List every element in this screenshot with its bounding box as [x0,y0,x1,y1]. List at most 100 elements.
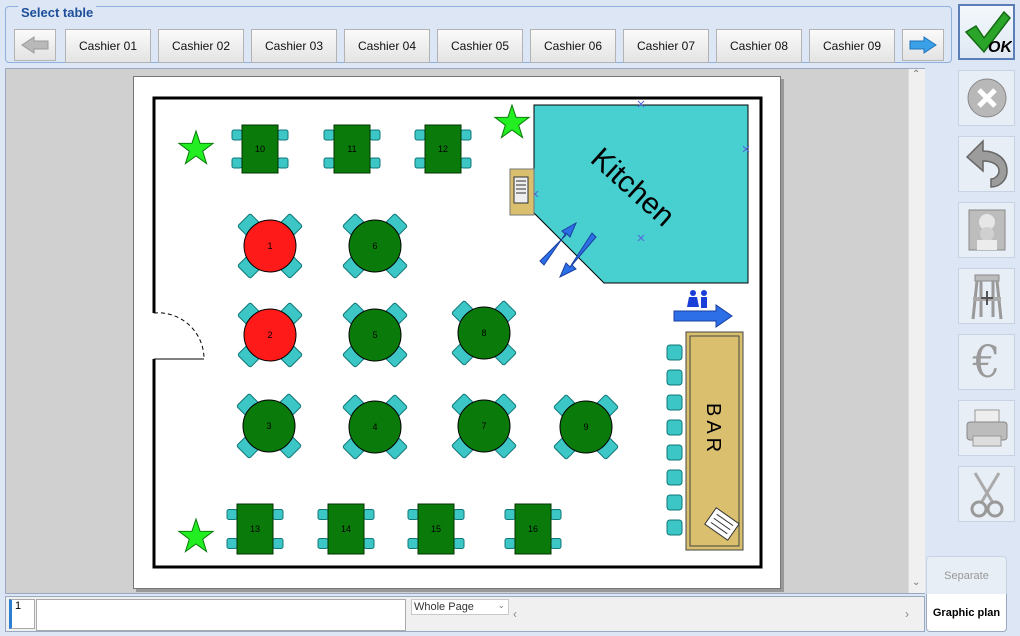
scissors-icon [970,472,1003,518]
tab-graphic-plan-label: Graphic plan [932,606,1001,619]
table-round[interactable]: 2 [237,302,303,368]
chair [317,509,329,520]
chair [363,509,375,520]
table-number: 4 [372,422,377,432]
chair [317,538,329,549]
table-round[interactable]: 1 [237,213,303,279]
scroll-down-icon[interactable]: ⌄ [912,577,920,588]
table-number: 12 [438,144,448,154]
cashier-button-6[interactable]: Cashier 06 [530,29,616,63]
scroll-left-icon[interactable]: ‹ [513,607,517,621]
split-button[interactable] [958,466,1015,522]
table-rect[interactable]: 10 [231,124,289,174]
horizontal-scrollbar[interactable]: ‹ › [511,599,911,629]
table-rect[interactable]: 15 [407,503,465,555]
scroll-right-icon[interactable]: › [905,607,909,621]
chair [453,538,465,549]
bottom-bar: 1 Whole Page ⌄ ‹ › [5,596,925,632]
prev-button[interactable] [14,29,56,61]
scroll-up-icon[interactable]: ⌃ [912,69,920,80]
tab-separate[interactable]: Separate [926,556,1007,594]
bar-label: BAR [702,403,724,456]
table-rect[interactable]: 11 [323,124,381,174]
high-chair-button[interactable] [958,268,1015,324]
table-number: 5 [372,330,377,340]
plant-icon [493,103,531,139]
door [153,312,205,360]
chair [453,509,465,520]
table-number: 14 [341,524,351,534]
table-round[interactable]: 6 [342,213,408,279]
cashier-label: Cashier 08 [729,39,789,53]
chair [504,538,516,549]
zoom-value: Whole Page [414,601,474,613]
cashier-button-1[interactable]: Cashier 01 [65,29,151,63]
table-round[interactable]: 3 [236,393,302,459]
cashier-button-5[interactable]: Cashier 05 [437,29,523,63]
chair [277,129,289,141]
table-round[interactable]: 9 [553,394,619,460]
table-rect[interactable]: 13 [226,503,284,555]
cashier-button-2[interactable]: Cashier 02 [158,29,244,63]
table-number: 8 [481,328,486,338]
chef-icon [968,209,1005,251]
page-thumb[interactable]: 1 [9,599,35,629]
chair [550,509,562,520]
cashier-button-7[interactable]: Cashier 07 [623,29,709,63]
page-strip[interactable] [36,599,406,631]
zoom-select[interactable]: Whole Page ⌄ [411,599,509,615]
chair [460,157,472,169]
print-button[interactable] [958,400,1015,456]
table-number: 1 [267,241,272,251]
table-rect[interactable]: 12 [414,124,472,174]
chair [272,509,284,520]
cashier-button-9[interactable]: Cashier 09 [809,29,895,63]
table-rect[interactable]: 14 [317,503,375,555]
ok-button[interactable]: OK [958,4,1015,60]
chair [272,538,284,549]
table-number: 9 [583,422,588,432]
bar-stool [666,344,683,361]
table-rect[interactable]: 16 [504,503,562,555]
page-number: 1 [15,600,22,612]
euro-button[interactable]: € [958,334,1015,390]
chair [231,157,243,169]
table-round[interactable]: 7 [451,393,517,459]
select-table-group: Select table Cashier 01 Cashier 02 Cashier… [5,5,952,63]
cashier-label: Cashier 01 [78,39,138,53]
table-round[interactable]: 4 [342,394,408,460]
chair [414,157,426,169]
cancel-icon [967,78,1006,118]
cashier-button-4[interactable]: Cashier 04 [344,29,430,63]
bar-stool [666,444,683,461]
cashier-button-3[interactable]: Cashier 03 [251,29,337,63]
bar-stool [666,519,683,536]
chair [363,538,375,549]
bar-stool [666,419,683,436]
cashier-button-8[interactable]: Cashier 08 [716,29,802,63]
arrow-right-icon [909,36,937,54]
undo-button[interactable] [958,136,1015,192]
vertical-scrollbar[interactable]: ⌃ ⌄ [908,69,925,593]
table-number: 3 [266,421,271,431]
chair [369,157,381,169]
chef-button[interactable] [958,202,1015,258]
undo-icon [965,139,1008,188]
chair [460,129,472,141]
cashier-label: Cashier 09 [822,39,882,53]
table-round[interactable]: 5 [342,302,408,368]
check-ok-icon: OK [964,10,1012,56]
tab-graphic-plan[interactable]: Graphic plan [926,594,1007,632]
ok-label: OK [988,39,1012,56]
chair [504,509,516,520]
cancel-button[interactable] [958,70,1015,126]
cashier-label: Cashier 06 [543,39,603,53]
restroom-arrow [673,304,733,328]
cashier-label: Cashier 03 [264,39,324,53]
table-number: 7 [481,421,486,431]
table-round[interactable]: 8 [451,300,517,366]
cashier-label: Cashier 07 [636,39,696,53]
arrow-left-icon [21,36,49,54]
chair [323,157,335,169]
next-button[interactable] [902,29,944,61]
